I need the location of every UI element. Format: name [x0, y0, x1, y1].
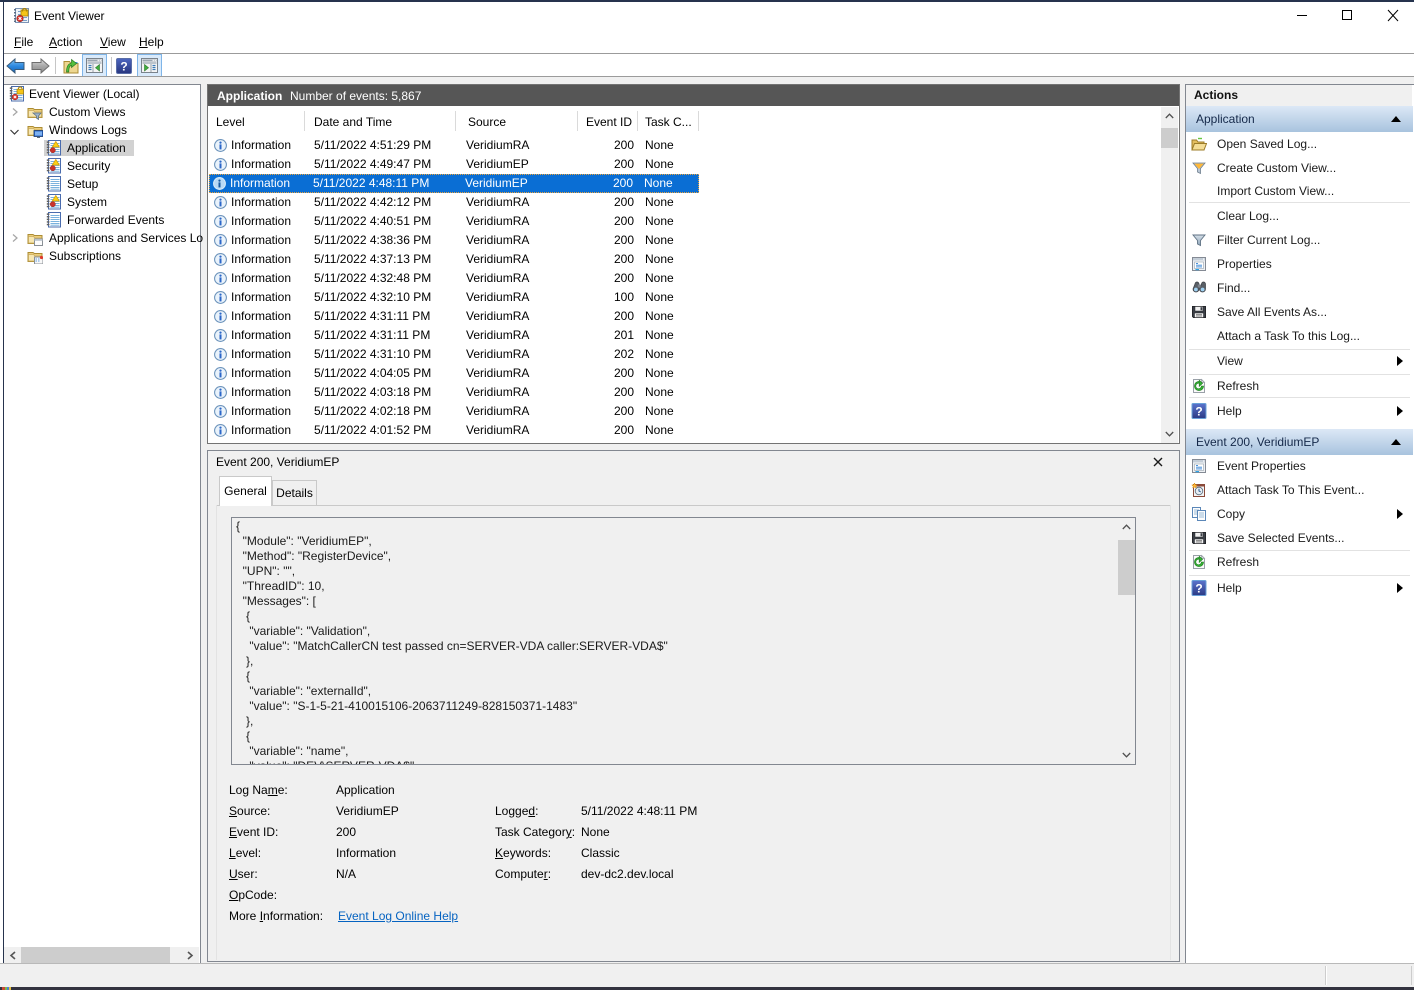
svg-text:?: ?	[120, 60, 127, 74]
